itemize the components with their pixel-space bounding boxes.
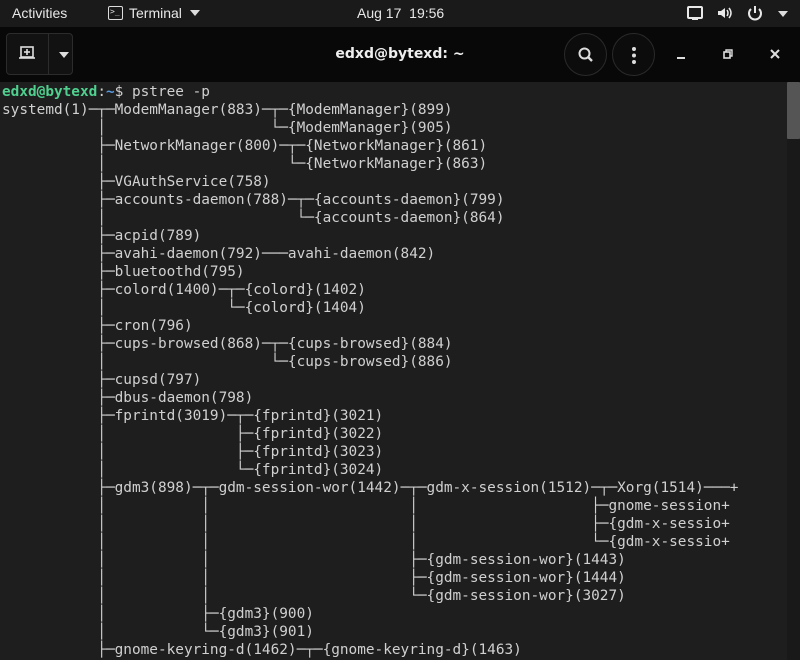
app-menu[interactable]: >_ Terminal bbox=[108, 5, 200, 21]
output-line: ├─NetworkManager(800)─┬─{NetworkManager}… bbox=[2, 138, 488, 154]
output-line: │ │ ├─{gdm-session-wor}(1443) bbox=[2, 552, 626, 568]
output-line: │ │ └─{gdm-session-wor}(3027) bbox=[2, 588, 626, 604]
scrollbar-thumb[interactable] bbox=[787, 82, 800, 139]
command-text: pstree -p bbox=[131, 84, 210, 100]
system-menu[interactable] bbox=[686, 4, 788, 22]
top-bar: Activities >_ Terminal Aug 17 19:56 bbox=[0, 0, 800, 27]
prompt-user: edxd@bytexd bbox=[2, 84, 98, 100]
clock-time: 19:56 bbox=[409, 5, 445, 21]
menu-button[interactable] bbox=[612, 33, 655, 76]
output-line: systemd(1)─┬─ModemManager(883)─┬─{ModemM… bbox=[2, 102, 453, 118]
power-icon bbox=[746, 4, 764, 22]
clock[interactable]: Aug 17 19:56 bbox=[357, 5, 444, 21]
output-line: ├─fprintd(3019)─┬─{fprintd}(3021) bbox=[2, 408, 384, 424]
chevron-down-icon bbox=[189, 10, 200, 16]
close-button[interactable] bbox=[763, 42, 787, 66]
minimize-icon bbox=[677, 57, 685, 59]
window-titlebar: edxd@bytexd: ~ bbox=[0, 27, 800, 82]
output-line: │ └─{gdm3}(901) bbox=[2, 624, 314, 640]
app-menu-label: Terminal bbox=[129, 5, 182, 21]
output-line: │ │ ├─{gdm-session-wor}(1444) bbox=[2, 570, 626, 586]
output-line: │ │ │ ├─{gdm-x-sessio+ bbox=[2, 516, 730, 532]
search-button[interactable] bbox=[564, 33, 607, 76]
chevron-down-icon bbox=[778, 11, 788, 17]
scrollbar[interactable] bbox=[787, 82, 800, 660]
minimize-button[interactable] bbox=[669, 42, 693, 66]
display-icon bbox=[686, 4, 704, 22]
output-line: ├─colord(1400)─┬─{colord}(1402) bbox=[2, 282, 366, 298]
output-line: ├─cupsd(797) bbox=[2, 372, 202, 388]
clock-date: Aug 17 bbox=[357, 5, 402, 21]
kebab-menu-icon bbox=[632, 47, 636, 64]
output-line: │ ├─{gdm3}(900) bbox=[2, 606, 314, 622]
output-line: ├─cups-browsed(868)─┬─{cups-browsed}(884… bbox=[2, 336, 453, 352]
output-line: │ └─{fprintd}(3024) bbox=[2, 462, 384, 478]
output-line: ├─avahi-daemon(792)───avahi-daemon(842) bbox=[2, 246, 436, 262]
output-line: │ ├─{fprintd}(3022) bbox=[2, 426, 384, 442]
output-line: │ └─{NetworkManager}(863) bbox=[2, 156, 488, 172]
terminal-output[interactable]: edxd@bytexd:~$ pstree -p systemd(1)─┬─Mo… bbox=[0, 82, 787, 660]
activities-button[interactable]: Activities bbox=[12, 5, 67, 21]
restore-button[interactable] bbox=[716, 42, 740, 66]
restore-icon bbox=[723, 49, 733, 59]
output-line: │ ├─{fprintd}(3023) bbox=[2, 444, 384, 460]
prompt-separator: : bbox=[97, 84, 106, 100]
terminal-icon: >_ bbox=[108, 6, 123, 20]
output-line: │ │ │ ├─gnome-session+ bbox=[2, 498, 730, 514]
output-line: ├─cron(796) bbox=[2, 318, 193, 334]
search-icon bbox=[578, 47, 593, 62]
output-line: ├─VGAuthService(758) bbox=[2, 174, 271, 190]
output-line: ├─gdm3(898)─┬─gdm-session-wor(1442)─┬─gd… bbox=[2, 480, 739, 496]
prompt-path: ~ bbox=[105, 84, 115, 100]
output-line: │ └─{cups-browsed}(886) bbox=[2, 354, 453, 370]
output-line: ├─acpid(789) bbox=[2, 228, 202, 244]
output-line: ├─dbus-daemon(798) bbox=[2, 390, 254, 406]
output-line: │ │ │ └─{gdm-x-sessio+ bbox=[2, 534, 730, 550]
output-line: │ └─{colord}(1404) bbox=[2, 300, 366, 316]
output-line: │ └─{accounts-daemon}(864) bbox=[2, 210, 505, 226]
output-line: ├─accounts-daemon(788)─┬─{accounts-daemo… bbox=[2, 192, 505, 208]
output-line: │ └─{ModemManager}(905) bbox=[2, 120, 453, 136]
volume-icon bbox=[716, 4, 734, 22]
prompt-symbol: $ bbox=[114, 84, 132, 100]
output-line: ├─gnome-keyring-d(1462)─┬─{gnome-keyring… bbox=[2, 642, 522, 658]
output-line: ├─bluetoothd(795) bbox=[2, 264, 245, 280]
prompt-line: edxd@bytexd:~$ pstree -p bbox=[2, 83, 210, 101]
close-icon bbox=[770, 49, 780, 59]
